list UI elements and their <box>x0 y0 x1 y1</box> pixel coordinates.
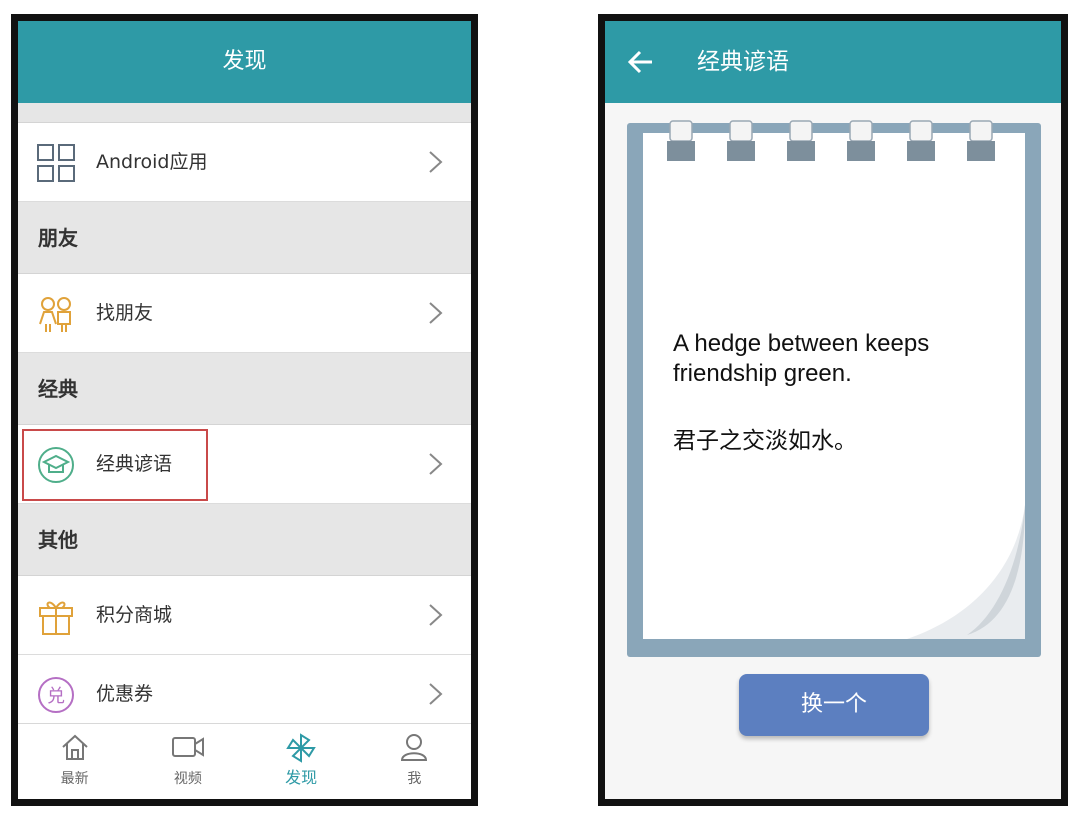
section-title: 经典 <box>38 377 78 401</box>
pinwheel-icon <box>286 733 316 763</box>
next-quote-button[interactable]: 换一个 <box>739 674 929 736</box>
back-arrow-icon[interactable] <box>627 49 655 75</box>
section-title: 其他 <box>38 528 78 552</box>
list-item-label: 经典谚语 <box>96 453 173 475</box>
tab-label: 最新 <box>60 771 89 787</box>
list-item-label: Android应用 <box>96 151 208 173</box>
friends-icon <box>39 297 71 332</box>
binder-ring-icon <box>787 120 815 161</box>
user-icon <box>401 734 428 761</box>
list-item-find-friends[interactable]: 找朋友 <box>18 274 471 353</box>
tab-me[interactable]: 我 <box>358 724 471 799</box>
video-camera-icon <box>171 737 204 757</box>
apps-grid-icon <box>37 144 75 182</box>
top-bar: 经典谚语 <box>605 21 1061 103</box>
home-icon <box>61 734 88 760</box>
section-header-other: 其他 <box>18 504 471 576</box>
tab-latest[interactable]: 最新 <box>18 724 131 799</box>
quote-english-line-1: A hedge between keeps <box>673 330 930 357</box>
graduation-cap-icon <box>38 447 74 483</box>
tab-label: 我 <box>407 771 422 787</box>
tab-label: 视频 <box>173 771 202 787</box>
quote-english-line-2: friendship green. <box>673 360 852 387</box>
chevron-right-icon <box>429 604 443 626</box>
binder-ring-icon <box>907 120 935 161</box>
discover-list: Android应用 朋友 找朋友 经典 经典谚语 其他 积分商城 兑 优惠券 <box>18 103 471 734</box>
classic-quotes-screen: 经典谚语 A hedge between keeps friendship gr… <box>598 14 1068 806</box>
tab-video[interactable]: 视频 <box>131 724 244 799</box>
notepad-card: A hedge between keeps friendship green. … <box>627 120 1041 657</box>
binder-ring-icon <box>967 120 995 161</box>
bottom-tab-bar: 最新 视频 发现 我 <box>18 723 471 799</box>
page-title: 发现 <box>222 49 267 74</box>
discover-screen: 发现 Android应用 朋友 找朋友 经典 经典谚语 其他 积分商城 兑 优惠… <box>11 14 478 806</box>
list-item-classic-quotes[interactable]: 经典谚语 <box>18 425 471 504</box>
binder-ring-icon <box>667 120 695 161</box>
binder-ring-icon <box>727 120 755 161</box>
quote-text: A hedge between keeps friendship green. … <box>673 329 1003 455</box>
list-item-points-mall[interactable]: 积分商城 <box>18 576 471 655</box>
tab-discover[interactable]: 发现 <box>245 724 358 799</box>
page-title: 经典谚语 <box>697 49 789 75</box>
section-header-classic: 经典 <box>18 353 471 425</box>
coupon-icon: 兑 <box>38 677 74 713</box>
list-item-android-apps[interactable]: Android应用 <box>18 123 471 202</box>
page-curl-decoration <box>907 505 1025 639</box>
chevron-right-icon <box>429 683 443 705</box>
binder-ring-icon <box>847 120 875 161</box>
notepad-paper: A hedge between keeps friendship green. … <box>643 120 1025 639</box>
top-bar: 发现 <box>18 21 471 103</box>
tab-label: 发现 <box>285 768 318 787</box>
quote-chinese: 君子之交淡如水。 <box>673 428 857 454</box>
coupon-icon-glyph: 兑 <box>47 686 65 707</box>
chevron-right-icon <box>429 453 443 475</box>
chevron-right-icon <box>429 151 443 173</box>
list-item-label: 找朋友 <box>96 302 154 324</box>
chevron-right-icon <box>429 302 443 324</box>
list-spacer <box>18 103 471 123</box>
list-item-label: 积分商城 <box>96 604 173 626</box>
section-title: 朋友 <box>38 226 78 250</box>
gift-icon <box>39 601 73 635</box>
section-header-friends: 朋友 <box>18 202 471 274</box>
